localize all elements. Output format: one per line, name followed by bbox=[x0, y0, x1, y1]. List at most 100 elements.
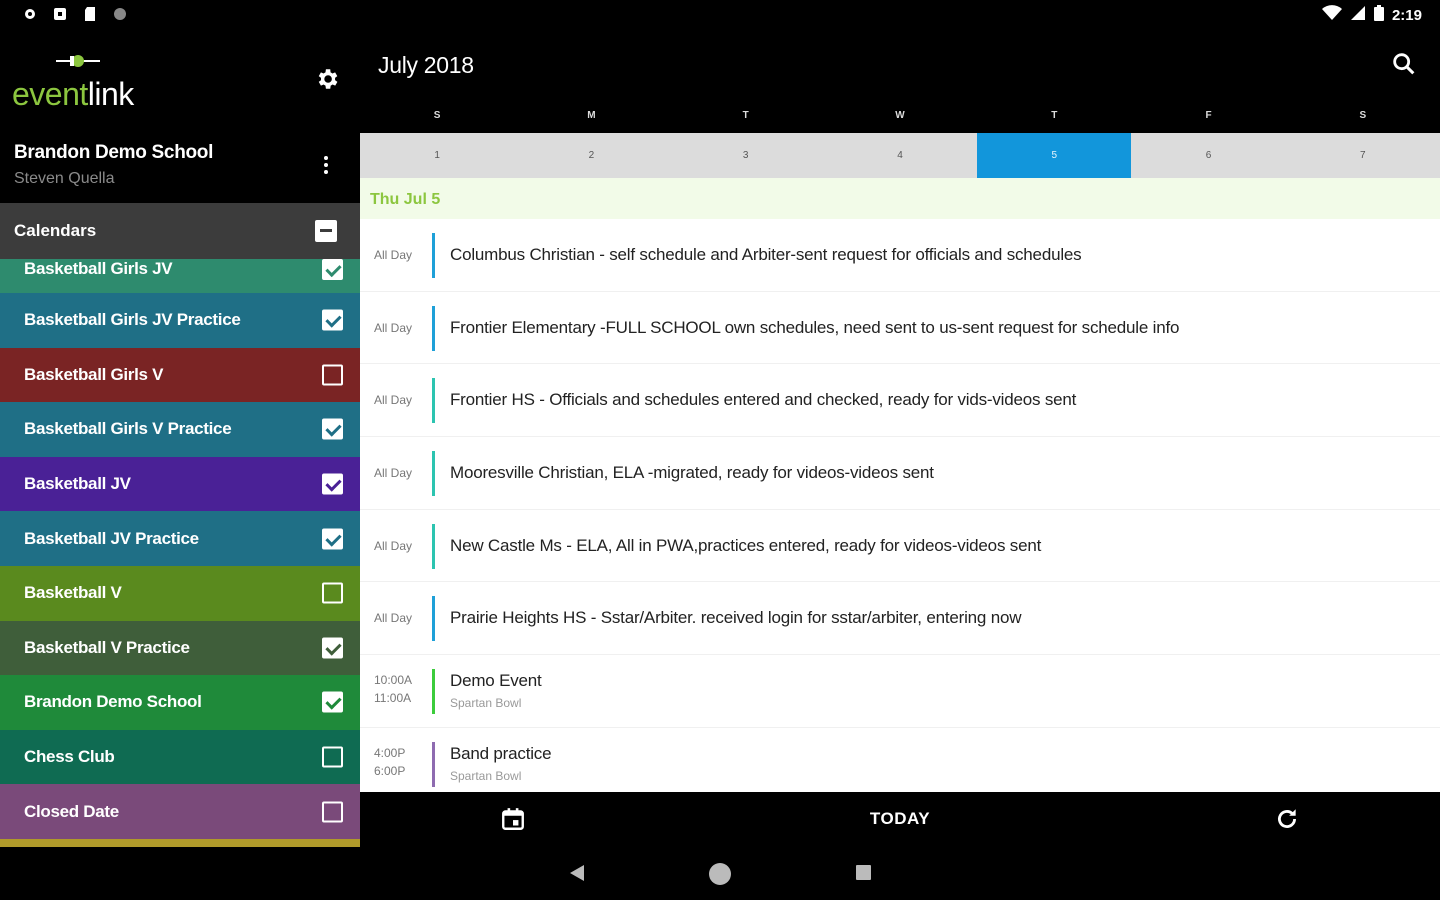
week-strip: 1234567 bbox=[360, 133, 1440, 178]
bottom-toolbar: TODAY bbox=[360, 792, 1440, 846]
calendar-item-label: Basketball JV Practice bbox=[24, 528, 199, 548]
calendars-label: Calendars bbox=[14, 221, 97, 240]
calendar-item[interactable]: Basketball Girls V Practice bbox=[0, 402, 360, 457]
calendar-item[interactable]: Basketball Girls V bbox=[0, 347, 360, 403]
day-header: Thu Jul 5 bbox=[360, 178, 1440, 219]
calendar-item[interactable]: Basketball V bbox=[0, 565, 360, 621]
event-location: Spartan Bowl bbox=[450, 768, 522, 783]
event-title: Demo Event bbox=[450, 671, 542, 691]
event-location: Spartan Bowl bbox=[450, 696, 522, 711]
event-title: Frontier HS - Officials and schedules en… bbox=[450, 390, 1077, 410]
calendar-item[interactable]: Brandon Demo School bbox=[0, 675, 360, 730]
system-navigation-bar bbox=[0, 846, 1440, 900]
calendar-item[interactable]: Chess Club bbox=[0, 729, 360, 785]
weekday-label: S bbox=[1359, 110, 1367, 121]
calendars-header[interactable]: Calendars bbox=[0, 203, 360, 259]
refresh-icon bbox=[1278, 809, 1296, 828]
event-row[interactable]: All Day Frontier HS - Officials and sched… bbox=[360, 364, 1440, 438]
unchecked-checkbox[interactable] bbox=[322, 801, 343, 823]
event-time: 4:00P 6:00P bbox=[374, 744, 424, 780]
event-time: All Day bbox=[374, 248, 413, 262]
refresh-button[interactable] bbox=[1274, 806, 1300, 832]
day-cell[interactable]: 2 bbox=[514, 133, 668, 178]
today-button[interactable] bbox=[850, 798, 950, 838]
day-cell[interactable]: 4 bbox=[823, 133, 977, 178]
event-row[interactable]: 4:00P 6:00P Band practice Spartan Bowl bbox=[360, 728, 1440, 792]
settings-button[interactable] bbox=[310, 62, 344, 96]
checked-checkbox[interactable] bbox=[322, 691, 343, 713]
unchecked-checkbox[interactable] bbox=[322, 364, 343, 386]
calendar-item-label: Basketball Girls V Practice bbox=[24, 419, 232, 439]
event-color-bar bbox=[432, 596, 435, 642]
event-row[interactable]: 10:00A 11:00A Demo Event Spartan Bowl bbox=[360, 655, 1440, 728]
event-time: All Day bbox=[374, 466, 413, 481]
day-cell[interactable]: 3 bbox=[669, 133, 823, 178]
event-title: Columbus Christian - self schedule and A… bbox=[450, 245, 1082, 264]
selected-day-cell[interactable]: 5 bbox=[977, 133, 1132, 178]
circle-notification-icon bbox=[112, 6, 128, 22]
checked-checkbox[interactable] bbox=[322, 528, 343, 550]
weekday-label: M bbox=[587, 110, 596, 121]
weekday-label: T bbox=[1051, 110, 1058, 121]
calendar-item[interactable]: Basketball JV bbox=[0, 456, 360, 512]
calendar-item[interactable]: Closed Date bbox=[0, 784, 360, 839]
status-bar: 2:19 bbox=[0, 0, 1440, 30]
day-cell[interactable]: 6 bbox=[1131, 133, 1285, 178]
agenda-list: Thu Jul 5 All Day Columbus Christian - se… bbox=[360, 178, 1440, 792]
recents-button[interactable] bbox=[856, 865, 871, 880]
event-start-time: 4:00P bbox=[374, 745, 406, 760]
day-cell[interactable]: 1 bbox=[360, 133, 514, 178]
event-color-bar bbox=[432, 378, 435, 424]
checked-checkbox[interactable] bbox=[322, 637, 343, 659]
unchecked-checkbox[interactable] bbox=[322, 582, 343, 604]
home-button[interactable] bbox=[709, 863, 731, 885]
back-button[interactable] bbox=[568, 864, 586, 882]
event-color-bar bbox=[432, 523, 435, 569]
checked-checkbox[interactable] bbox=[322, 259, 343, 280]
settings-notification-icon bbox=[22, 6, 38, 22]
unchecked-checkbox[interactable] bbox=[322, 746, 343, 768]
square-notification-icon bbox=[52, 6, 68, 22]
event-row[interactable]: All Day Columbus Christian - self schedul… bbox=[360, 219, 1440, 292]
event-color-bar bbox=[432, 305, 435, 351]
sd-card-icon bbox=[82, 6, 98, 22]
event-row[interactable]: All Day Frontier Elementary -FULL SCHOOL … bbox=[360, 292, 1440, 365]
event-time: All Day bbox=[374, 538, 413, 553]
search-button[interactable] bbox=[1390, 50, 1418, 78]
event-time: All Day bbox=[374, 393, 413, 408]
wifi-icon bbox=[1321, 5, 1342, 25]
calendar-item-label: Closed Date bbox=[24, 801, 119, 821]
weekday-label: F bbox=[1205, 110, 1212, 121]
user-name: Steven Quella bbox=[14, 170, 115, 187]
select-all-checkbox[interactable] bbox=[315, 220, 337, 242]
checked-checkbox[interactable] bbox=[322, 418, 343, 440]
event-time: All Day bbox=[374, 320, 413, 335]
signal-icon bbox=[1350, 5, 1366, 25]
event-start-time: 10:00A bbox=[374, 673, 413, 688]
calendar-item[interactable]: Basketball Girls JV Practice bbox=[0, 293, 360, 348]
weekday-label: W bbox=[895, 110, 905, 121]
event-row[interactable]: All Day New Castle Ms - ELA, All in PWA,p… bbox=[360, 510, 1440, 583]
weekday-label: S bbox=[433, 110, 441, 121]
calendar-item-label: Basketball Girls JV Practice bbox=[24, 310, 241, 330]
calendar-item[interactable]: Basketball JV Practice bbox=[0, 511, 360, 566]
eventlink-logo: eventlink bbox=[12, 48, 162, 118]
month-title[interactable]: July 2018 bbox=[378, 52, 474, 79]
system-status: 2:19 bbox=[1321, 5, 1422, 25]
account-menu-button[interactable] bbox=[314, 150, 338, 180]
day-cell[interactable]: 7 bbox=[1286, 133, 1440, 178]
calendar-item[interactable]: Basketball Girls JV bbox=[0, 259, 360, 293]
checked-checkbox[interactable] bbox=[322, 309, 343, 331]
event-row[interactable]: All Day Prairie Heights HS - Sstar/Arbite… bbox=[360, 582, 1440, 656]
checked-checkbox[interactable] bbox=[322, 473, 343, 495]
weekday-header: SMTWTFS bbox=[360, 110, 1440, 132]
logo-wordmark: eventlink bbox=[12, 76, 134, 112]
battery-icon bbox=[1373, 5, 1384, 25]
calendar-item-label: Basketball Girls V bbox=[24, 364, 164, 384]
event-color-bar bbox=[432, 669, 435, 715]
event-row[interactable]: All Day Mooresville Christian, ELA -migra… bbox=[360, 437, 1440, 510]
calendar-item-label: Basketball V bbox=[24, 583, 122, 603]
calendar-item[interactable]: Basketball V Practice bbox=[0, 620, 360, 676]
account-info: Brandon Demo School Steven Quella bbox=[14, 142, 213, 188]
calendar-item-label: Brandon Demo School bbox=[24, 692, 202, 712]
